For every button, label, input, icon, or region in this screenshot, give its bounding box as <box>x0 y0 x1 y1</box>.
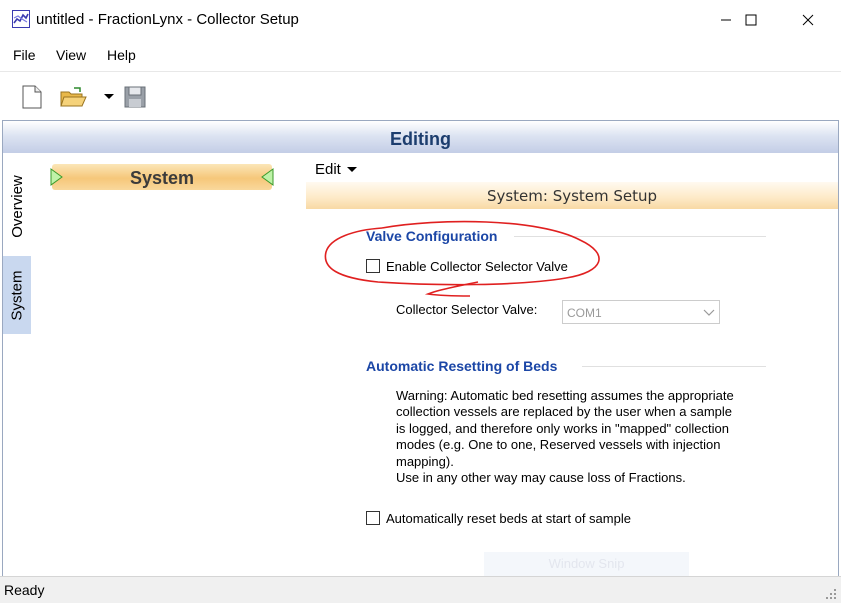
maximize-icon <box>745 14 757 25</box>
window-snip-button: Window Snip <box>484 552 689 576</box>
save-disk-icon[interactable] <box>124 86 146 108</box>
editing-title: Editing <box>390 129 451 149</box>
warning-line: collection vessels are replaced by the u… <box>396 404 733 420</box>
menu-view[interactable]: View <box>56 47 86 63</box>
close-icon <box>802 14 814 25</box>
window-title: untitled - FractionLynx - Collector Setu… <box>36 11 299 28</box>
warning-line: is logged, and therefore only works in "… <box>396 420 729 436</box>
selector-valve-combo[interactable]: COM1 <box>562 300 720 324</box>
group-divider <box>582 366 766 367</box>
new-document-icon[interactable] <box>22 85 42 109</box>
selector-valve-label: Collector Selector Valve: <box>396 302 538 317</box>
warning-line: Warning: Automatic bed resetting assumes… <box>396 388 734 403</box>
tab-system[interactable]: System <box>3 256 31 334</box>
status-bar: Ready <box>0 576 841 603</box>
open-folder-icon[interactable] <box>60 86 90 108</box>
arrow-left-icon <box>261 168 274 186</box>
red-annotation-circle <box>324 220 600 297</box>
selector-valve-value: COM1 <box>567 306 602 320</box>
status-text: Ready <box>4 582 45 598</box>
warning-line: mapping). <box>396 453 454 469</box>
close-button[interactable] <box>785 0 831 39</box>
menu-help[interactable]: Help <box>107 47 136 63</box>
section-title: System: System Setup <box>486 187 658 205</box>
warning-line: Use in any other way may cause loss of F… <box>396 470 686 486</box>
fractionlynx-app-icon <box>12 10 30 28</box>
auto-reset-label[interactable]: Automatically reset beds at start of sam… <box>386 511 631 526</box>
nav-system-item[interactable]: System <box>52 164 272 190</box>
menu-file[interactable]: File <box>13 47 36 63</box>
nav-system-label: System <box>129 168 195 188</box>
auto-reset-heading: Automatic Resetting of Beds <box>366 358 558 374</box>
chevron-down-icon <box>703 309 715 316</box>
tab-overview-label: Overview <box>8 174 26 238</box>
resize-grip-icon[interactable] <box>826 589 838 601</box>
arrow-right-icon <box>50 168 63 186</box>
section-header: System: System Setup <box>306 182 838 209</box>
edit-menu-label: Edit <box>315 161 341 178</box>
maximize-button[interactable] <box>728 0 774 39</box>
edit-menu[interactable]: Edit <box>315 161 358 178</box>
tab-system-label: System <box>8 269 26 321</box>
navigation-pane <box>31 153 306 576</box>
chevron-down-icon <box>347 167 358 173</box>
auto-reset-warning: Warning: Automatic bed resetting assumes… <box>396 388 756 486</box>
dropdown-arrow-icon[interactable] <box>104 94 114 100</box>
warning-line: modes (e.g. One to one, Reserved vessels… <box>396 437 721 453</box>
tab-overview[interactable]: Overview <box>3 160 31 252</box>
auto-reset-checkbox[interactable] <box>366 511 380 525</box>
editing-banner: Editing <box>3 121 838 153</box>
window-snip-label: Window Snip <box>548 556 625 571</box>
